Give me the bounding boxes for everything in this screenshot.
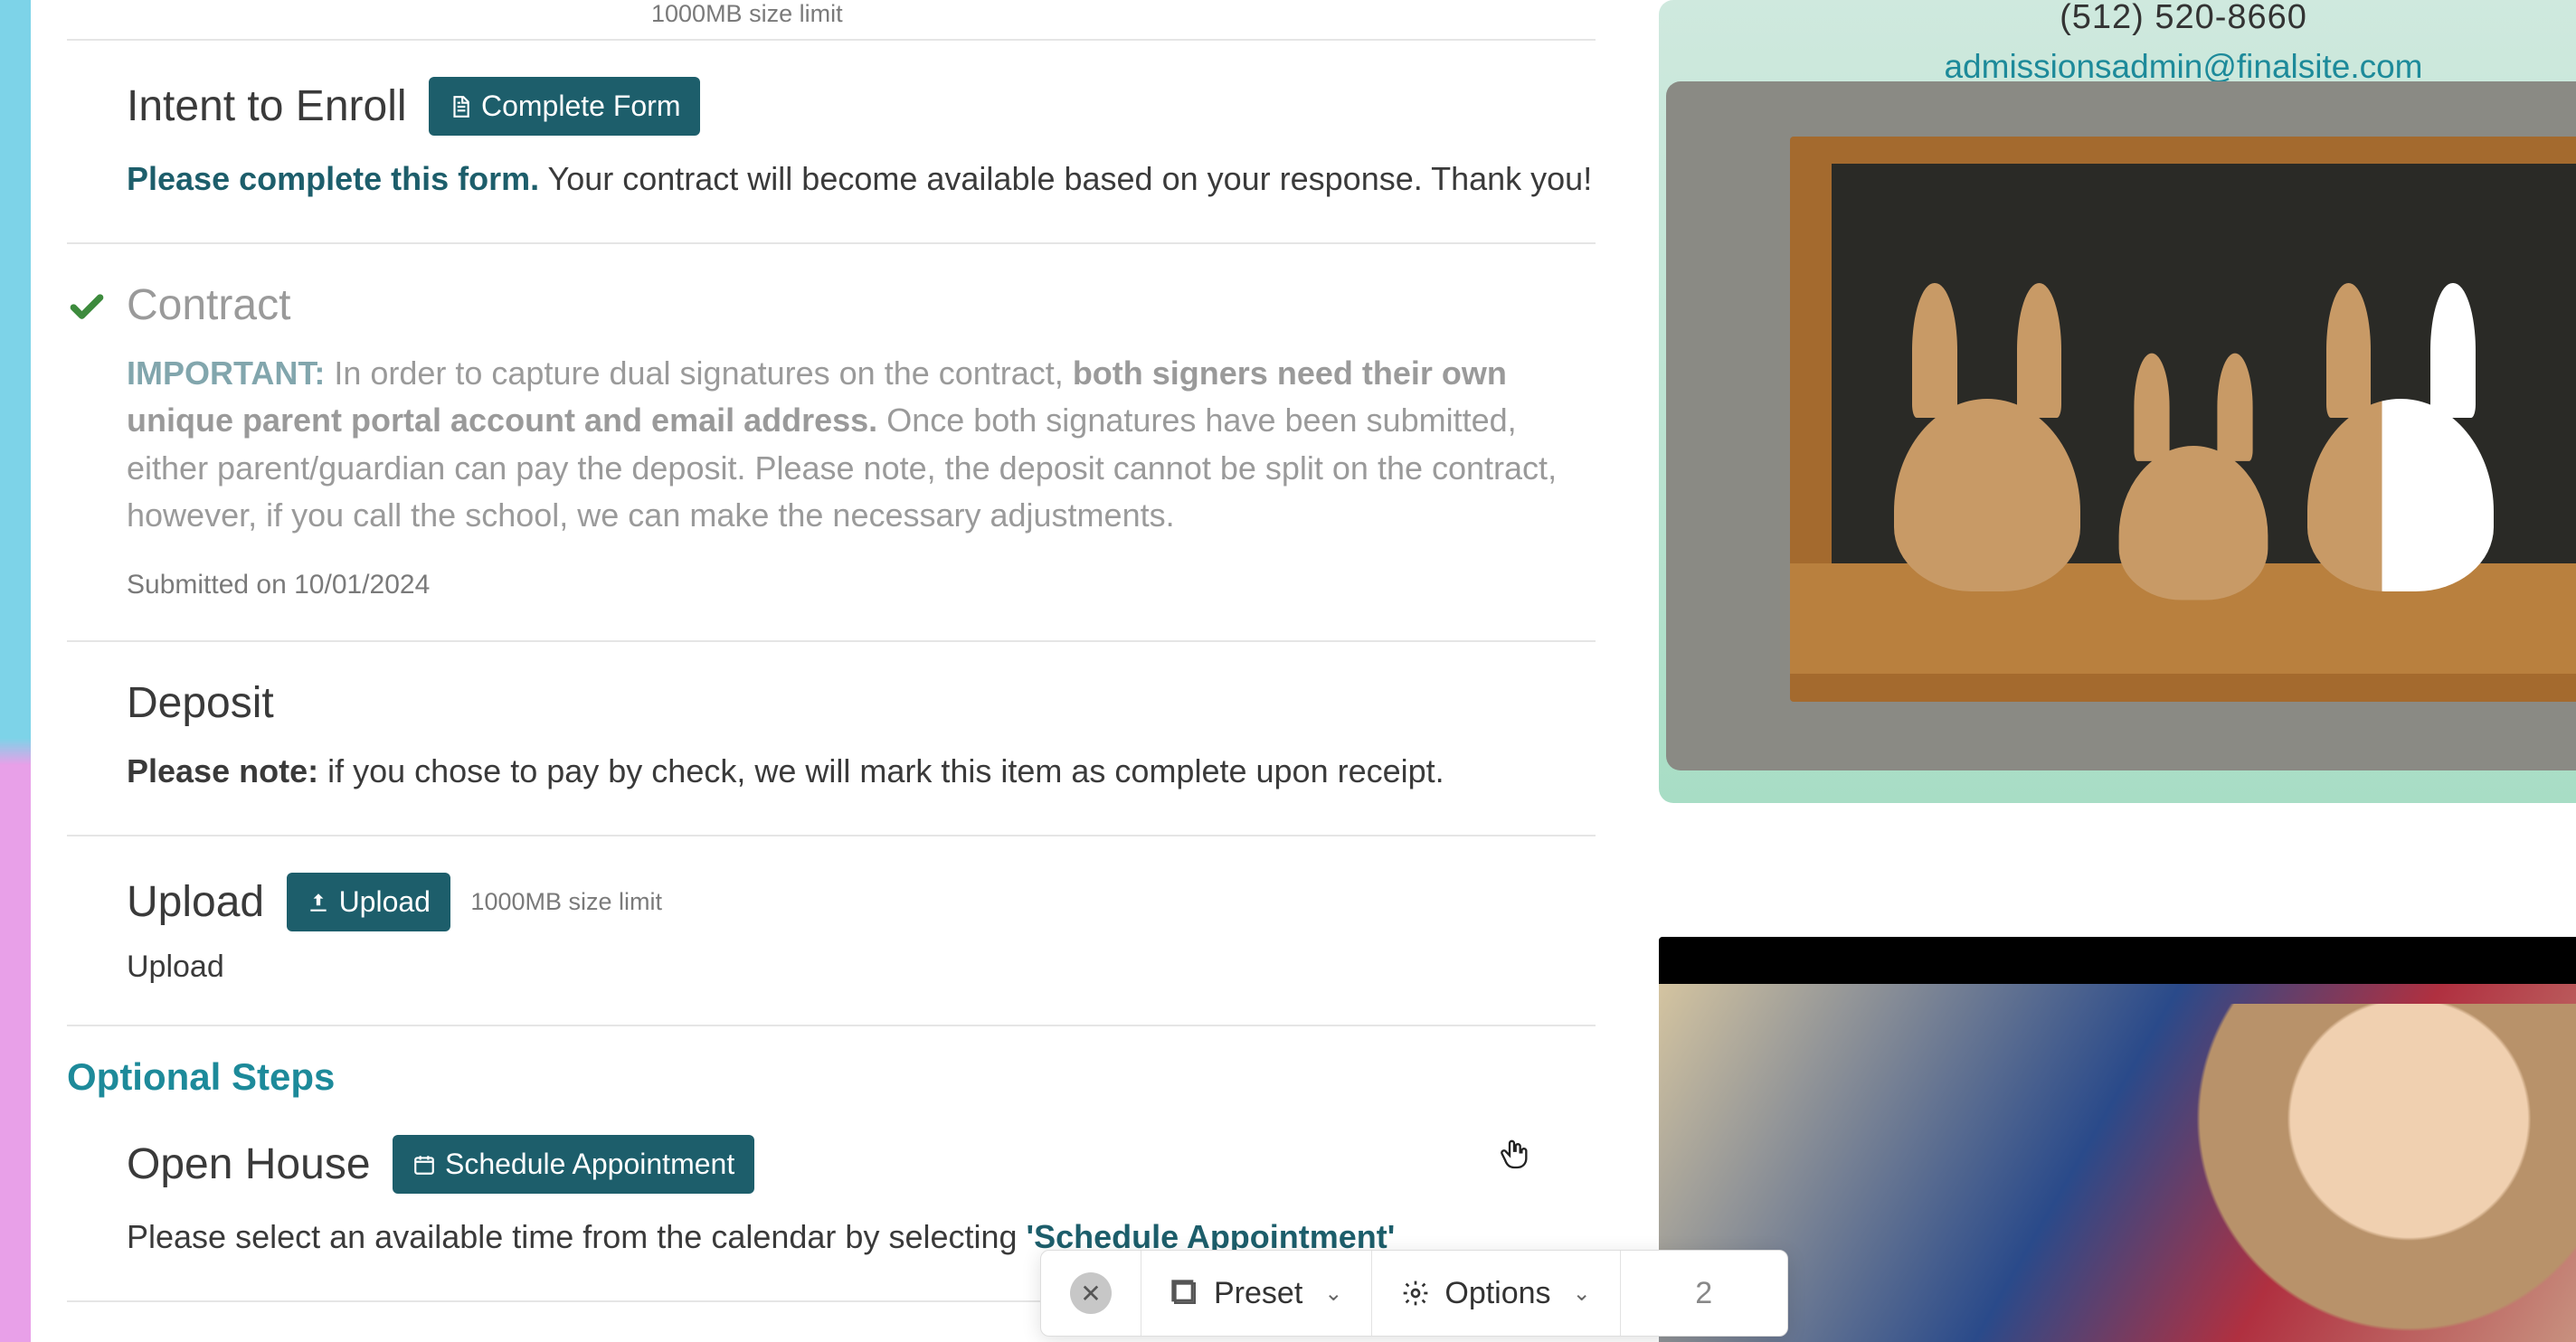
video-face (2187, 1004, 2576, 1342)
schedule-appointment-button[interactable]: Schedule Appointment (393, 1135, 754, 1194)
hand-icon (1496, 1136, 1532, 1172)
gear-icon (1401, 1279, 1430, 1308)
intent-desc-rest: Your contract will become available base… (539, 160, 1592, 197)
intent-desc: Please complete this form. Your contract… (127, 156, 1596, 203)
item-deposit: Deposit Please note: if you chose to pay… (67, 642, 1596, 836)
preset-label: Preset (1214, 1276, 1302, 1311)
open-house-title: Open House (127, 1139, 371, 1189)
preset-icon (1170, 1279, 1199, 1308)
upload-button-label: Upload (339, 885, 431, 919)
page-number: 2 (1650, 1276, 1758, 1311)
upload-icon (307, 891, 330, 914)
app-left-gradient (0, 0, 31, 1342)
close-icon: ✕ (1070, 1272, 1112, 1314)
contact-email[interactable]: admissionsadmin@finalsite.com (1659, 48, 2576, 86)
contact-card: (512) 520-8660 admissionsadmin@finalsite… (1659, 0, 2576, 803)
video-card[interactable] (1659, 937, 2576, 1342)
contact-phone: (512) 520-8660 (1659, 0, 2576, 37)
check-icon (67, 288, 107, 327)
prev-size-limit: 1000MB size limit (651, 0, 843, 28)
deposit-note-rest: if you chose to pay by check, we will ma… (318, 752, 1444, 789)
open-house-desc-pre: Please select an available time from the… (127, 1218, 1027, 1255)
item-upload: Upload Upload 1000MB size limit Upload (67, 836, 1596, 1026)
deposit-desc: Please note: if you chose to pay by chec… (127, 748, 1596, 795)
upload-button[interactable]: Upload (287, 873, 450, 931)
intent-desc-link[interactable]: Please complete this form. (127, 160, 539, 197)
optional-steps-heading: Optional Steps (67, 1026, 1596, 1099)
chevron-down-icon: ⌄ (1573, 1281, 1591, 1307)
checklist-column: 1000MB size limit Intent to Enroll Compl… (67, 0, 1596, 1302)
intent-title: Intent to Enroll (127, 81, 407, 131)
form-icon (449, 95, 472, 118)
contact-block: (512) 520-8660 admissionsadmin@finalsite… (1659, 0, 2576, 86)
upload-title: Upload (127, 877, 264, 927)
upload-sub: Upload (127, 950, 1596, 985)
hand-cursor (1496, 1136, 1532, 1180)
right-column: (512) 520-8660 admissionsadmin@finalsite… (1659, 0, 2576, 803)
contract-submitted: Submitted on 10/01/2024 (127, 570, 1596, 600)
prev-item-cut: 1000MB size limit (67, 0, 1596, 41)
rabbit-image (1666, 81, 2576, 770)
contract-title: Contract (127, 280, 290, 330)
item-intent-to-enroll: Intent to Enroll Complete Form Please co… (67, 41, 1596, 244)
page-number-input[interactable]: 2 (1621, 1251, 1787, 1336)
calendar-icon (412, 1153, 436, 1177)
deposit-note-label: Please note: (127, 752, 318, 789)
options-dropdown[interactable]: Options ⌄ (1372, 1251, 1620, 1336)
options-label: Options (1444, 1276, 1550, 1311)
contract-important-label: IMPORTANT: (127, 354, 325, 392)
preset-dropdown[interactable]: Preset ⌄ (1141, 1251, 1372, 1336)
deposit-title: Deposit (127, 678, 274, 728)
contract-part1: In order to capture dual signatures on t… (325, 354, 1073, 392)
contract-desc: IMPORTANT: In order to capture dual sign… (127, 350, 1596, 539)
complete-form-label: Complete Form (481, 90, 681, 123)
complete-form-button[interactable]: Complete Form (429, 77, 701, 136)
item-contract: Contract IMPORTANT: In order to capture … (67, 244, 1596, 642)
schedule-appointment-label: Schedule Appointment (445, 1148, 734, 1181)
chevron-down-icon: ⌄ (1324, 1281, 1342, 1307)
upload-size-limit: 1000MB size limit (470, 888, 662, 916)
main-content: 1000MB size limit Intent to Enroll Compl… (31, 0, 2576, 1342)
floating-toolbar: ✕ Preset ⌄ Options ⌄ 2 (1040, 1250, 1788, 1337)
toolbar-close[interactable]: ✕ (1041, 1251, 1141, 1336)
